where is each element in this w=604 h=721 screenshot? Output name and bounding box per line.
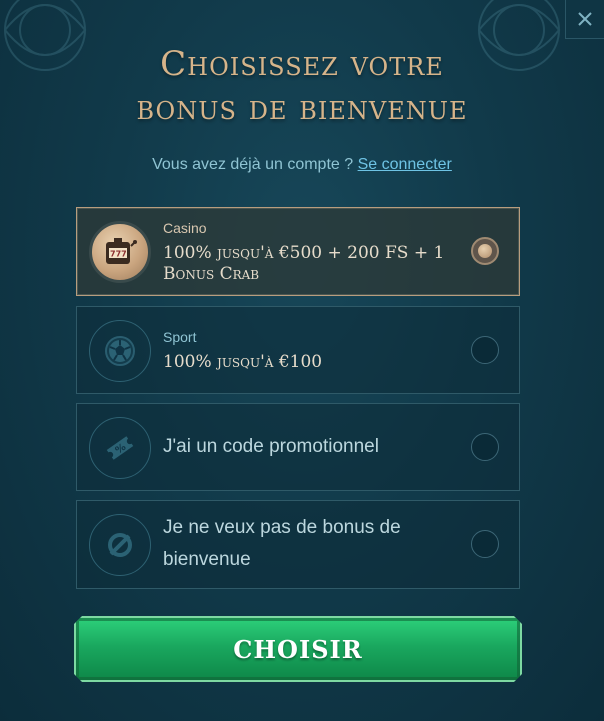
ticket-icon: % — [106, 436, 134, 460]
option-offer: 100% jusqu'à €100 — [163, 352, 323, 372]
title-line-2: bonus de bienvenue — [136, 88, 468, 128]
slot-machine-icon: 777 — [106, 238, 137, 264]
slot-machine-icon-wrap: 777 — [89, 221, 151, 283]
option-label: Casino — [163, 220, 207, 236]
option-label: Sport — [163, 329, 197, 345]
option-no-bonus[interactable]: Je ne veux pas de bonus de bienvenue — [76, 500, 520, 589]
option-text: J'ai un code promotionnel — [163, 436, 379, 457]
choose-button[interactable]: CHOISIR — [74, 616, 522, 682]
bonus-selection-modal: Choisissez votre bonus de bienvenue Vous… — [0, 0, 604, 721]
svg-text:777: 777 — [110, 250, 127, 259]
option-text: Je ne veux pas de bonus de bienvenue — [163, 517, 401, 570]
radio-no-bonus[interactable] — [471, 530, 499, 558]
choose-button-label: CHOISIR — [233, 634, 363, 664]
account-prompt: Vous avez déjà un compte ? — [152, 156, 354, 173]
option-promo-code[interactable]: % J'ai un code promotionnel — [76, 403, 520, 491]
option-offer: 100% jusqu'à €500 + 200 FS + 1 Bonus Cra… — [163, 243, 445, 284]
login-link[interactable]: Se connecter — [358, 156, 452, 173]
option-casino[interactable]: 777 Casino 100% jusqu'à €500 + 200 FS + … — [76, 207, 520, 296]
no-bonus-icon-wrap — [89, 514, 151, 576]
no-bonus-icon — [108, 533, 132, 557]
account-line: Vous avez déjà un compte ? Se connecter — [0, 156, 604, 174]
soccer-ball-icon-wrap — [89, 320, 151, 382]
title-line-1: Choisissez votre — [160, 44, 444, 84]
page-title: Choisissez votre bonus de bienvenue — [0, 42, 604, 130]
close-button[interactable] — [565, 0, 604, 39]
close-icon — [578, 12, 592, 26]
option-sport[interactable]: Sport 100% jusqu'à €100 — [76, 306, 520, 394]
soccer-ball-icon — [105, 336, 135, 366]
radio-promo-code[interactable] — [471, 433, 499, 461]
radio-sport[interactable] — [471, 336, 499, 364]
ticket-icon-wrap: % — [89, 417, 151, 479]
radio-casino[interactable] — [471, 237, 499, 265]
